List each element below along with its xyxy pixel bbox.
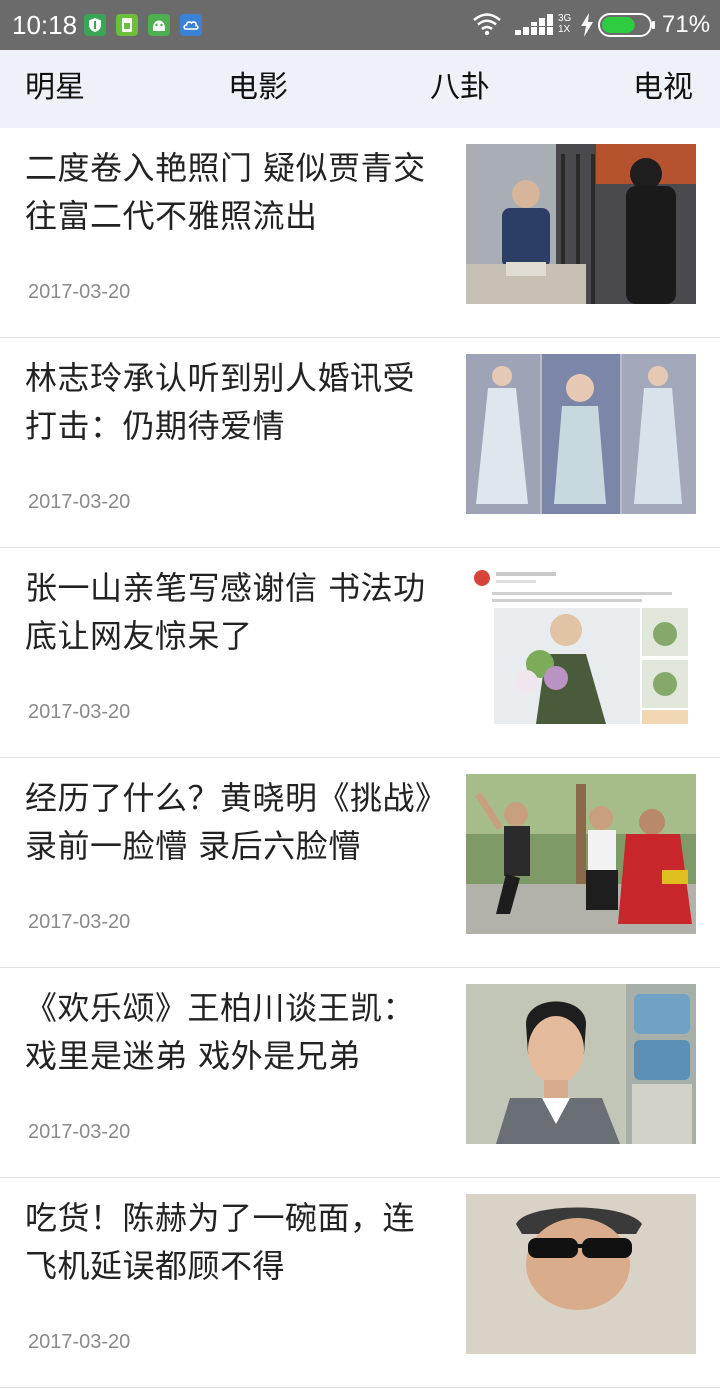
news-title[interactable]: 《欢乐颂》王柏川谈王凯：戏里是迷弟 戏外是兄弟 [25, 984, 443, 1080]
news-date: 2017-03-20 [28, 701, 131, 723]
news-item[interactable]: 张一山亲笔写感谢信 书法功底让网友惊呆了 2017-03-20 [0, 548, 720, 758]
status-time: 10:18 [12, 10, 78, 40]
news-date: 2017-03-20 [28, 911, 131, 933]
news-date: 2017-03-20 [28, 1331, 131, 1353]
news-item[interactable]: 林志玲承认听到别人婚讯受打击：仍期待爱情 2017-03-20 [0, 338, 720, 548]
news-thumbnail[interactable] [466, 144, 696, 304]
news-title[interactable]: 经历了什么？黄晓明《挑战》录前一脸懵 录后六脸懵 [25, 774, 443, 870]
sim-card-icon [116, 14, 138, 36]
android-icon [148, 14, 170, 36]
tab-tv[interactable]: 电视 [633, 68, 693, 108]
news-title[interactable]: 张一山亲笔写感谢信 书法功底让网友惊呆了 [25, 564, 443, 660]
news-date: 2017-03-20 [28, 281, 131, 303]
news-item[interactable]: 吃货！陈赫为了一碗面，连飞机延误都顾不得 2017-03-20 [0, 1178, 720, 1388]
status-bar: 10:18 3G 1X 71% [0, 0, 720, 50]
category-tab-bar: 明星 电影 八卦 电视 [0, 50, 720, 128]
signal-strength-icon [515, 14, 555, 40]
news-date: 2017-03-20 [28, 491, 131, 513]
news-thumbnail[interactable] [466, 984, 696, 1144]
network-type-label: 3G 1X [558, 13, 572, 35]
news-thumbnail[interactable] [466, 1194, 696, 1354]
tab-stars[interactable]: 明星 [25, 68, 85, 108]
wifi-icon [472, 12, 502, 40]
charging-icon [580, 13, 594, 41]
tab-gossip[interactable]: 八卦 [430, 68, 490, 108]
news-thumbnail[interactable] [466, 774, 696, 934]
tab-movies[interactable]: 电影 [228, 68, 288, 108]
news-title[interactable]: 吃货！陈赫为了一碗面，连飞机延误都顾不得 [25, 1194, 443, 1290]
news-thumbnail[interactable] [466, 354, 696, 514]
news-item[interactable]: 经历了什么？黄晓明《挑战》录前一脸懵 录后六脸懵 2017-03-20 [0, 758, 720, 968]
shield-icon [84, 14, 106, 36]
news-title[interactable]: 二度卷入艳照门 疑似贾青交往富二代不雅照流出 [25, 144, 443, 240]
news-thumbnail[interactable] [466, 564, 696, 724]
news-item[interactable]: 《欢乐颂》王柏川谈王凯：戏里是迷弟 戏外是兄弟 2017-03-20 [0, 968, 720, 1178]
news-item[interactable]: 二度卷入艳照门 疑似贾青交往富二代不雅照流出 2017-03-20 [0, 128, 720, 338]
battery-icon [598, 13, 656, 41]
battery-percent: 71% [662, 11, 711, 38]
cloud-icon [180, 14, 202, 36]
news-list: 二度卷入艳照门 疑似贾青交往富二代不雅照流出 2017-03-20 林志玲承认听… [0, 128, 720, 1388]
news-title[interactable]: 林志玲承认听到别人婚讯受打击：仍期待爱情 [25, 354, 443, 450]
network-type: 3G 1X [558, 13, 571, 35]
news-date: 2017-03-20 [28, 1121, 131, 1143]
